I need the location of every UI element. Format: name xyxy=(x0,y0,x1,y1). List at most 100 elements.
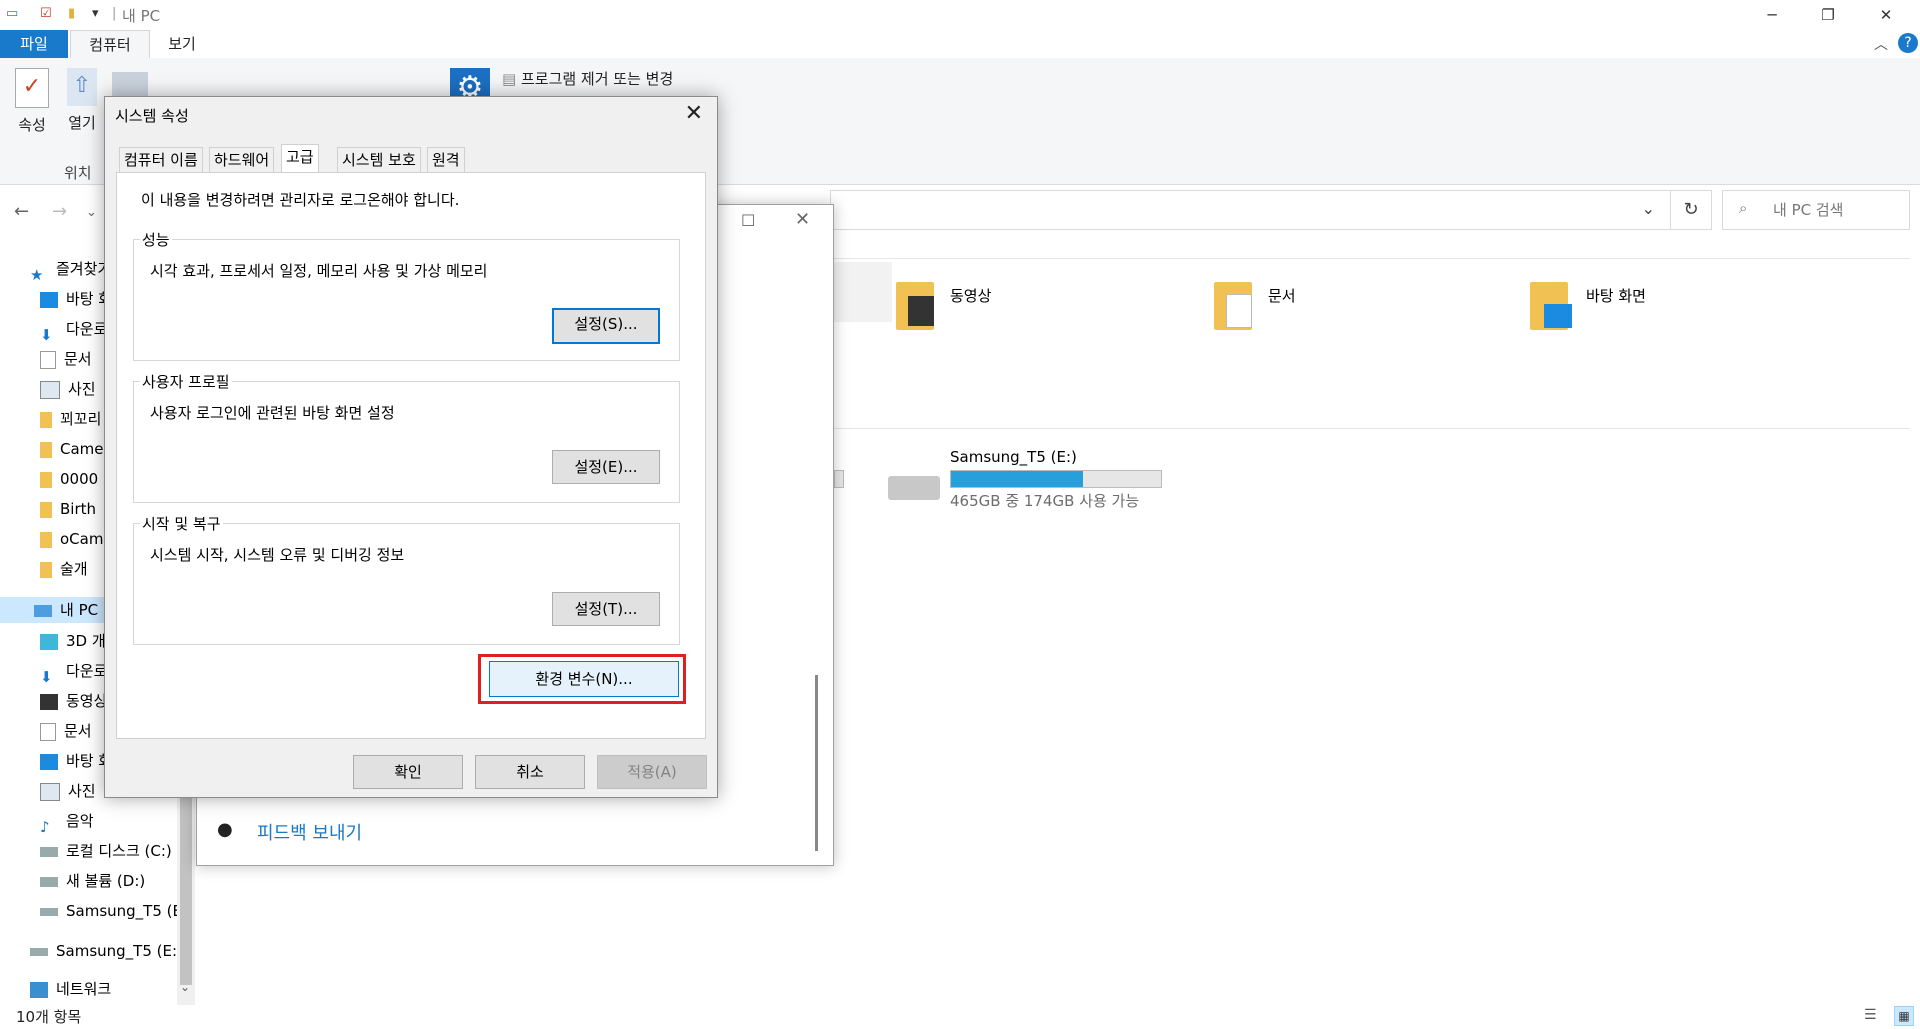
nav-item-folder[interactable]: Camera xyxy=(40,436,108,462)
forward-arrow-icon[interactable]: → xyxy=(52,201,67,222)
minimize-button[interactable]: ─ xyxy=(1744,0,1800,30)
annotation-highlight-box xyxy=(478,654,686,704)
ok-button[interactable]: 확인 xyxy=(353,755,463,789)
profile-desc: 사용자 로그인에 관련된 바탕 화면 설정 xyxy=(150,404,395,422)
feedback-link[interactable]: 피드백 보내기 xyxy=(257,819,362,845)
back-arrow-icon[interactable]: ← xyxy=(14,201,29,222)
nav-item-downloads[interactable]: ⬇ 다운로드 xyxy=(40,316,108,342)
nav-item-favorites[interactable]: ★ 즐겨찾기 xyxy=(30,256,111,282)
apply-button[interactable]: 적용(A) xyxy=(597,755,707,789)
document-icon xyxy=(40,350,56,369)
nav-item-3d-objects[interactable]: 3D 개체 xyxy=(40,628,108,654)
scroll-down-icon[interactable]: ⌄ xyxy=(180,980,190,994)
nav-item-desktop[interactable]: 바탕 화면 xyxy=(40,286,108,312)
details-view-icon[interactable]: ☰ xyxy=(1864,1007,1877,1023)
tab-advanced[interactable]: 고급 xyxy=(281,144,319,173)
profile-settings-button[interactable]: 설정(E)... xyxy=(552,450,660,484)
search-input[interactable]: ⌕ 내 PC 검색 xyxy=(1722,190,1910,230)
nav-item-desktop[interactable]: 바탕 화면 xyxy=(40,748,108,774)
new-folder-quick-icon[interactable]: ▮ xyxy=(68,6,75,21)
dialog-close-icon[interactable]: ✕ xyxy=(685,101,703,126)
nav-item-folder[interactable]: oCam xyxy=(40,526,108,552)
nav-label: 음악 xyxy=(66,812,94,830)
search-placeholder: 내 PC 검색 xyxy=(1773,201,1844,219)
performance-settings-button[interactable]: 설정(S)... xyxy=(552,308,660,344)
videos-folder-icon[interactable] xyxy=(896,282,938,332)
folder-label-videos[interactable]: 동영상 xyxy=(950,285,991,306)
tab-system-protection[interactable]: 시스템 보호 xyxy=(337,147,421,172)
uninstall-program-button[interactable]: ▤ 프로그램 제거 또는 변경 xyxy=(502,68,673,89)
properties-button[interactable]: ✓ 속성 xyxy=(12,68,52,135)
drive-icon xyxy=(30,947,48,956)
address-history-chevron-icon[interactable]: ⌄ xyxy=(1642,199,1655,218)
uninstall-label: 프로그램 제거 또는 변경 xyxy=(520,70,674,88)
folder-label-documents[interactable]: 문서 xyxy=(1268,285,1296,306)
restore-button[interactable]: ❐ xyxy=(1800,0,1856,30)
nav-label: 3D 개체 xyxy=(66,632,108,650)
open-button[interactable]: ⇧ 열기 xyxy=(62,68,102,133)
help-scrollbar-thumb[interactable] xyxy=(815,675,818,851)
customize-quick-access-icon[interactable]: ▾ xyxy=(92,6,99,21)
tab-hardware[interactable]: 하드웨어 xyxy=(209,147,275,172)
large-icons-view-icon[interactable]: ▦ xyxy=(1894,1006,1914,1026)
refresh-button[interactable]: ↻ xyxy=(1670,190,1712,230)
download-icon: ⬇ xyxy=(40,667,53,685)
desktop-icon xyxy=(40,753,58,770)
nav-item-documents[interactable]: 문서 xyxy=(40,718,92,744)
nav-item-downloads[interactable]: ⬇ 다운로드 xyxy=(40,658,108,684)
startup-title: 시작 및 복구 xyxy=(140,513,223,534)
nav-item-folder[interactable]: 0000 xyxy=(40,466,108,492)
pictures-icon xyxy=(40,380,60,399)
nav-label: 내 PC xyxy=(60,601,99,619)
maximize-icon[interactable]: ☐ xyxy=(741,211,755,230)
nav-item-documents[interactable]: 문서 xyxy=(40,346,92,372)
checkmark-icon: ✓ xyxy=(15,68,49,108)
folder-label-desktop[interactable]: 바탕 화면 xyxy=(1586,285,1646,306)
tab-computer[interactable]: 컴퓨터 xyxy=(70,30,150,59)
nav-item-folder[interactable]: 꾀꼬리 xyxy=(40,406,108,432)
nav-label: 문서 xyxy=(64,350,92,368)
close-icon[interactable]: ✕ xyxy=(795,209,810,230)
tab-file[interactable]: 파일 xyxy=(0,30,68,58)
profile-title: 사용자 프로필 xyxy=(140,371,232,392)
nav-item-network[interactable]: 네트워크 xyxy=(30,976,177,1002)
cancel-button[interactable]: 취소 xyxy=(475,755,585,789)
nav-item-samsung-e-root[interactable]: Samsung_T5 (E:) xyxy=(30,938,177,964)
nav-item-samsung-e[interactable]: Samsung_T5 (E:) xyxy=(40,898,177,924)
recent-locations-chevron-icon[interactable]: ⌄ xyxy=(86,205,97,220)
group-performance: 성능 시각 효과, 프로세서 일정, 메모리 사용 및 가상 메모리 설정(S)… xyxy=(133,229,680,361)
tab-computer-name[interactable]: 컴퓨터 이름 xyxy=(119,147,203,172)
refresh-icon: ↻ xyxy=(1683,199,1699,220)
drive-icon xyxy=(40,876,58,887)
nav-label: 바탕 화면 xyxy=(66,290,108,308)
nav-item-pictures[interactable]: 사진 xyxy=(40,778,96,804)
title-bar: ▭ ☑ ▮ ▾ | 내 PC ─ ❐ ✕ xyxy=(0,0,1920,30)
close-window-button[interactable]: ✕ xyxy=(1858,0,1914,30)
folder-icon xyxy=(40,471,52,488)
group-location-label: 위치 xyxy=(64,164,92,182)
nav-label: 네트워크 xyxy=(56,980,112,998)
drive-icon[interactable] xyxy=(888,476,940,500)
nav-item-pictures[interactable]: 사진 xyxy=(40,376,96,402)
nav-item-music[interactable]: ♪ 음악 xyxy=(40,808,94,834)
drive-label[interactable]: Samsung_T5 (E:) xyxy=(950,448,1077,466)
nav-item-folder[interactable]: 술개 xyxy=(40,556,108,582)
nav-item-local-disk-c[interactable]: 로컬 디스크 (C:) xyxy=(40,838,177,864)
collapse-ribbon-icon[interactable]: ︿ xyxy=(1874,34,1888,54)
startup-desc: 시스템 시작, 시스템 오류 및 디버깅 정보 xyxy=(150,546,405,564)
nav-item-volume-d[interactable]: 새 볼륨 (D:) xyxy=(40,868,177,894)
startup-settings-button[interactable]: 설정(T)... xyxy=(552,592,660,626)
item-count: 10개 항목 xyxy=(16,1008,82,1026)
documents-folder-icon[interactable] xyxy=(1214,282,1256,332)
desktop-folder-icon[interactable] xyxy=(1530,282,1572,332)
tab-view[interactable]: 보기 xyxy=(152,30,212,58)
nav-label: Camera xyxy=(60,440,108,458)
properties-quick-icon[interactable]: ☑ xyxy=(40,6,52,21)
help-icon[interactable]: ? xyxy=(1898,33,1918,53)
group-user-profiles: 사용자 프로필 사용자 로그인에 관련된 바탕 화면 설정 설정(E)... xyxy=(133,371,680,503)
nav-item-videos[interactable]: 동영상 xyxy=(40,688,108,714)
nav-item-folder[interactable]: Birth xyxy=(40,496,108,522)
tab-remote[interactable]: 원격 xyxy=(427,147,465,172)
address-input[interactable]: ⌄ xyxy=(830,190,1671,230)
drive-icon xyxy=(40,907,58,916)
